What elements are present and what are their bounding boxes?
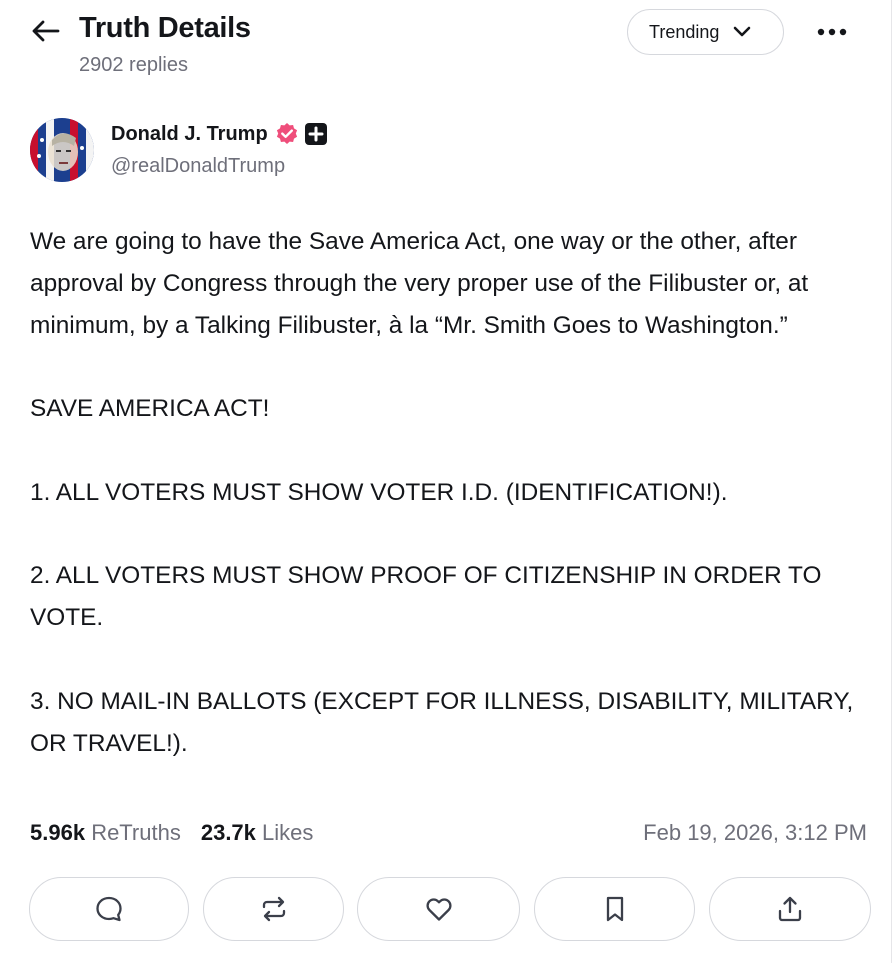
retruths-stat[interactable]: 5.96k ReTruths	[30, 820, 181, 846]
verified-badge-icon	[275, 122, 299, 146]
reply-button[interactable]	[29, 877, 189, 941]
post-paragraph: 1. ALL VOTERS MUST SHOW VOTER I.D. (IDEN…	[30, 478, 728, 506]
speech-bubble-icon	[96, 896, 122, 922]
arrow-left-icon	[32, 20, 60, 42]
author-handle[interactable]: @realDonaldTrump	[111, 155, 285, 178]
truth-details-page: Truth Details 2902 replies Trending Dona…	[0, 0, 892, 963]
repost-icon	[262, 896, 285, 922]
ellipsis-icon	[817, 28, 847, 36]
reply-count: 2902 replies	[79, 54, 188, 76]
author-name[interactable]: Donald J. Trump	[111, 122, 327, 146]
sort-dropdown[interactable]: Trending	[627, 9, 784, 55]
bookmark-button[interactable]	[534, 877, 695, 941]
like-button[interactable]	[357, 877, 520, 941]
more-options-button[interactable]	[808, 17, 856, 47]
retruths-count: 5.96k	[30, 820, 86, 845]
likes-stat[interactable]: 23.7k Likes	[201, 820, 314, 846]
post-timestamp: Feb 19, 2026, 3:12 PM	[643, 820, 867, 845]
plus-badge-icon	[304, 123, 327, 145]
post-body: We are going to have the Save America Ac…	[30, 221, 875, 764]
likes-label: Likes	[262, 820, 314, 845]
avatar[interactable]	[30, 118, 94, 182]
share-icon	[778, 896, 802, 922]
bookmark-icon	[606, 896, 623, 922]
page-title: Truth Details	[79, 12, 251, 44]
share-button[interactable]	[709, 877, 871, 941]
heart-icon	[425, 898, 452, 921]
post-stats: 5.96k ReTruths 23.7k Likes	[30, 820, 313, 846]
author-name-text: Donald J. Trump	[111, 122, 268, 145]
post-paragraph: We are going to have the Save America Ac…	[30, 228, 809, 339]
likes-count: 23.7k	[200, 820, 256, 845]
chevron-down-icon	[733, 26, 751, 38]
retruths-label: ReTruths	[91, 820, 181, 845]
post-paragraph: SAVE AMERICA ACT!	[30, 395, 270, 423]
post-paragraph: 3. NO MAIL-IN BALLOTS (EXCEPT FOR ILLNES…	[30, 687, 854, 757]
retruth-button[interactable]	[203, 877, 344, 941]
sort-label: Trending	[649, 21, 720, 42]
post-paragraph: 2. ALL VOTERS MUST SHOW PROOF OF CITIZEN…	[30, 562, 822, 632]
back-button[interactable]	[30, 16, 66, 46]
